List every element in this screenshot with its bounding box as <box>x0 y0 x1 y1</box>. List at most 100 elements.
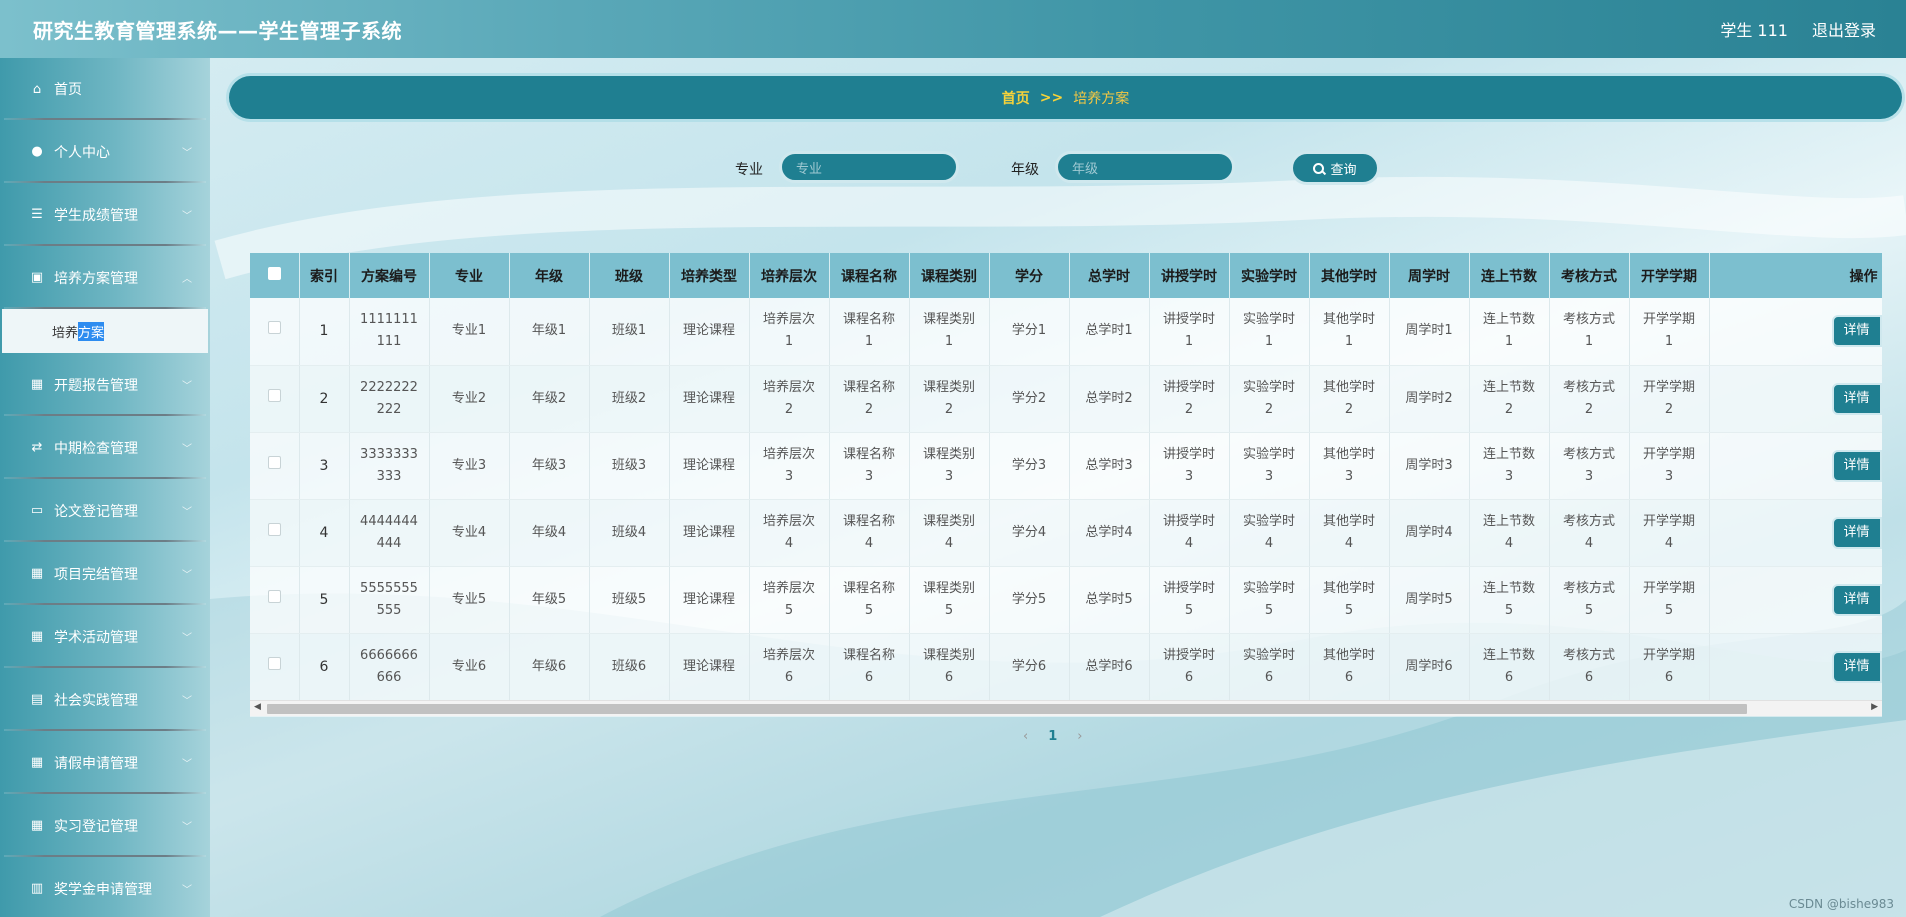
table-cell: 连上节数 3 <box>1469 432 1550 500</box>
table-header-row: 索引 方案编号 专业 年级 班级 培养类型 培养层次 课程名称 课程类别 学分 … <box>250 253 1882 298</box>
sidebar-item-training-plan[interactable]: ▣ 培养方案管理 ︿ <box>0 246 210 309</box>
logout-button[interactable]: 退出登录 <box>1812 17 1876 41</box>
table-cell: 培养层次 4 <box>749 499 830 567</box>
sidebar-item-grades[interactable]: ☰ 学生成绩管理 ﹀ <box>0 183 210 246</box>
table-cell: 培养层次 5 <box>749 566 830 634</box>
horizontal-scrollbar[interactable]: ◀ ▶ <box>250 700 1882 716</box>
detail-button[interactable]: 详情 <box>1831 382 1882 415</box>
clipboard-icon: ▤ <box>30 692 44 707</box>
row-checkbox[interactable] <box>267 321 281 335</box>
table-row[interactable]: 3 3333333 333 专业3 年级3 班级3 理论课程 培养层次 3 课程名称 3 课程类… <box>250 432 1882 500</box>
row-checkbox-cell[interactable] <box>250 566 300 634</box>
row-checkbox-cell[interactable] <box>250 499 300 567</box>
sidebar-item-midterm[interactable]: ⇄ 中期检查管理 ﹀ <box>0 416 210 479</box>
page-number[interactable]: 1 <box>1048 729 1057 744</box>
prev-page-button[interactable]: ‹ <box>1023 729 1028 744</box>
table-body: 1 1111111 111 专业1 年级1 班级1 理论课程 培养层次 1 课程名称 1 课程类… <box>250 298 1882 701</box>
table-row[interactable]: 2 2222222 222 专业2 年级2 班级2 理论课程 培养层次 2 课程名称 2 课程类… <box>250 365 1882 433</box>
table-row[interactable]: 5 5555555 555 专业5 年级5 班级5 理论课程 培养层次 5 课程名称 5 课程类… <box>250 566 1882 634</box>
table-cell: 年级1 <box>509 298 590 366</box>
breadcrumb-current: 培养方案 <box>1073 90 1130 107</box>
table-row[interactable]: 1 1111111 111 专业1 年级1 班级1 理论课程 培养层次 1 课程名称 1 课程类… <box>250 298 1882 366</box>
table-cell: 理论课程 <box>669 566 750 634</box>
sidebar-item-proposal[interactable]: ▦ 开题报告管理 ﹀ <box>0 353 210 416</box>
row-checkbox-cell[interactable] <box>250 633 300 701</box>
column-header: 讲授学时 <box>1149 253 1230 298</box>
table-cell: 讲授学时 3 <box>1149 432 1230 500</box>
table-cell: 4 <box>299 499 350 567</box>
row-checkbox-cell[interactable] <box>250 432 300 500</box>
next-page-button[interactable]: › <box>1077 729 1082 744</box>
sidebar-item-academic[interactable]: ▦ 学术活动管理 ﹀ <box>0 605 210 668</box>
detail-button[interactable]: 详情 <box>1831 650 1882 683</box>
sidebar-item-label: 首页 <box>54 82 82 98</box>
chevron-down-icon: ﹀ <box>182 822 192 833</box>
table-cell: 周学时1 <box>1389 298 1470 366</box>
row-checkbox-cell[interactable] <box>250 298 300 366</box>
sidebar-item-leave[interactable]: ▦ 请假申请管理 ﹀ <box>0 731 210 794</box>
detail-button[interactable]: 详情 <box>1831 583 1882 616</box>
table-cell: 考核方式 2 <box>1549 365 1630 433</box>
breadcrumb-home[interactable]: 首页 <box>1002 88 1030 108</box>
sidebar-item-label: 学术活动管理 <box>54 629 138 646</box>
sidebar-item-project[interactable]: ▦ 项目完结管理 ﹀ <box>0 542 210 605</box>
table-cell: 连上节数 2 <box>1469 365 1550 433</box>
row-checkbox[interactable] <box>267 589 281 603</box>
select-all-checkbox[interactable] <box>267 267 281 280</box>
table-cell: 实验学时 2 <box>1229 365 1310 433</box>
table-cell: 连上节数 6 <box>1469 633 1550 701</box>
grid-icon: ▦ <box>30 818 44 833</box>
table-cell: 课程类别 6 <box>909 633 990 701</box>
sidebar-item-label: 开题报告管理 <box>54 377 138 394</box>
scrollbar-thumb[interactable] <box>267 704 1747 714</box>
home-icon: ⌂ <box>32 81 42 97</box>
table-cell: 周学时3 <box>1389 432 1470 500</box>
table-cell: 其他学时 3 <box>1309 432 1390 500</box>
grade-input[interactable]: 年级 <box>1055 151 1235 183</box>
column-header: 课程类别 <box>909 253 990 298</box>
row-checkbox[interactable] <box>267 656 281 670</box>
table-cell: 实验学时 3 <box>1229 432 1310 500</box>
table-cell: 课程名称 6 <box>829 633 910 701</box>
table-cell: 开学学期 3 <box>1629 432 1710 500</box>
sidebar-item-label: 社会实践管理 <box>54 692 138 709</box>
table-cell: 2222222 222 <box>349 365 430 433</box>
table-cell: 班级2 <box>589 365 670 433</box>
scroll-right-icon[interactable]: ▶ <box>1871 702 1878 712</box>
detail-button[interactable]: 详情 <box>1831 449 1882 482</box>
table-cell: 专业6 <box>429 633 510 701</box>
table-cell: 连上节数 5 <box>1469 566 1550 634</box>
submenu-item-training-plan[interactable]: 培养 方案 <box>2 309 208 353</box>
grid-icon: ▦ <box>30 755 44 770</box>
table-cell: 培养层次 3 <box>749 432 830 500</box>
table-cell: 开学学期 1 <box>1629 298 1710 366</box>
grid-icon: ▦ <box>30 566 44 581</box>
table-row[interactable]: 6 6666666 666 专业6 年级6 班级6 理论课程 培养层次 6 课程名称 6 课程类… <box>250 633 1882 701</box>
scroll-left-icon[interactable]: ◀ <box>254 702 261 712</box>
sidebar-item-social[interactable]: ▤ 社会实践管理 ﹀ <box>0 668 210 731</box>
table-cell: 考核方式 4 <box>1549 499 1630 567</box>
username-label: 学生 111 <box>1720 21 1788 40</box>
table-cell: 周学时2 <box>1389 365 1470 433</box>
select-all-checkbox-cell[interactable] <box>250 253 300 298</box>
row-checkbox[interactable] <box>267 388 281 402</box>
table-cell: 学分4 <box>989 499 1070 567</box>
table-cell: 年级5 <box>509 566 590 634</box>
table-row[interactable]: 4 4444444 444 专业4 年级4 班级4 理论课程 培养层次 4 课程名称 4 课程类… <box>250 499 1882 567</box>
table-cell: 培养层次 2 <box>749 365 830 433</box>
table-cell: 专业5 <box>429 566 510 634</box>
row-checkbox-cell[interactable] <box>250 365 300 433</box>
row-checkbox[interactable] <box>267 455 281 469</box>
search-bar: 专业 专业 年级 年级 查询 <box>0 150 1906 186</box>
top-header: 研究生教育管理系统——学生管理子系统 学生 111 退出登录 <box>0 0 1906 58</box>
sidebar-item-internship[interactable]: ▦ 实习登记管理 ﹀ <box>0 794 210 857</box>
monitor-icon: ▭ <box>30 503 44 518</box>
detail-button[interactable]: 详情 <box>1831 315 1882 348</box>
sidebar-item-thesis[interactable]: ▭ 论文登记管理 ﹀ <box>0 479 210 542</box>
row-checkbox[interactable] <box>267 522 281 536</box>
detail-button[interactable]: 详情 <box>1831 516 1882 549</box>
major-input[interactable]: 专业 <box>779 151 959 183</box>
search-button[interactable]: 查询 <box>1290 151 1380 185</box>
sidebar-item-home[interactable]: ⌂ 首页 <box>0 58 210 120</box>
sidebar-item-scholarship[interactable]: ▥ 奖学金申请管理 ﹀ <box>0 857 210 917</box>
